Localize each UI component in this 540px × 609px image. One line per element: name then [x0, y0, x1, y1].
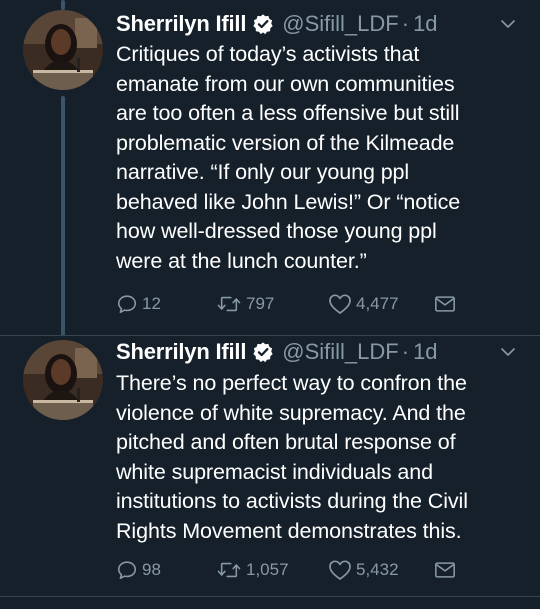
heart-icon — [328, 293, 352, 315]
heart-icon — [328, 559, 352, 581]
verified-badge-icon — [252, 341, 274, 363]
like-button[interactable]: 5,432 — [328, 555, 399, 585]
direct-message-button[interactable] — [434, 555, 456, 585]
timestamp[interactable]: 1d — [413, 11, 437, 37]
author-handle[interactable]: @Sifill_LDF — [282, 339, 398, 365]
avatar[interactable] — [23, 340, 103, 420]
tweet-divider — [0, 596, 540, 597]
reply-icon — [116, 293, 138, 315]
like-button[interactable]: 4,477 — [328, 289, 399, 319]
chevron-down-icon[interactable] — [500, 16, 516, 32]
retweet-button[interactable]: 1,057 — [216, 555, 289, 585]
reply-icon — [116, 559, 138, 581]
like-count: 4,477 — [356, 294, 399, 313]
reply-count: 12 — [142, 294, 161, 313]
direct-message-button[interactable] — [434, 289, 456, 319]
retweet-button[interactable]: 797 — [216, 289, 274, 319]
tweet-actions: 98 1,057 5,432 — [116, 555, 516, 585]
tweet-header: Sherrilyn Ifill @Sifill_LDF · 1d — [116, 336, 438, 368]
reply-button[interactable]: 12 — [116, 289, 161, 319]
author-name[interactable]: Sherrilyn Ifill — [116, 339, 246, 365]
thread-line — [61, 96, 65, 336]
author-name[interactable]: Sherrilyn Ifill — [116, 11, 246, 37]
separator-dot: · — [401, 339, 410, 364]
author-handle[interactable]: @Sifill_LDF — [282, 11, 398, 37]
like-count: 5,432 — [356, 560, 399, 579]
envelope-icon — [434, 294, 456, 314]
envelope-icon — [434, 560, 456, 580]
tweet[interactable]: Sherrilyn Ifill @Sifill_LDF · 1d There’s… — [0, 336, 540, 594]
reply-button[interactable]: 98 — [116, 555, 161, 585]
tweet-header: Sherrilyn Ifill @Sifill_LDF · 1d — [116, 8, 438, 40]
chevron-down-icon[interactable] — [500, 344, 516, 360]
retweet-icon — [216, 293, 242, 315]
tweet-text: Critiques of today’s activists that eman… — [116, 42, 461, 273]
retweet-count: 797 — [246, 294, 275, 313]
avatar[interactable] — [23, 10, 103, 90]
timestamp[interactable]: 1d — [413, 339, 437, 365]
reply-count: 98 — [142, 560, 161, 579]
retweet-count: 1,057 — [246, 560, 289, 579]
tweet-actions: 12 797 4,477 — [116, 289, 516, 319]
separator-dot: · — [401, 11, 410, 36]
tweet[interactable]: Sherrilyn Ifill @Sifill_LDF · 1d Critiqu… — [0, 0, 540, 336]
retweet-icon — [216, 559, 242, 581]
tweet-text: There’s no perfect way to confron the vi… — [116, 371, 468, 543]
verified-badge-icon — [252, 13, 274, 35]
